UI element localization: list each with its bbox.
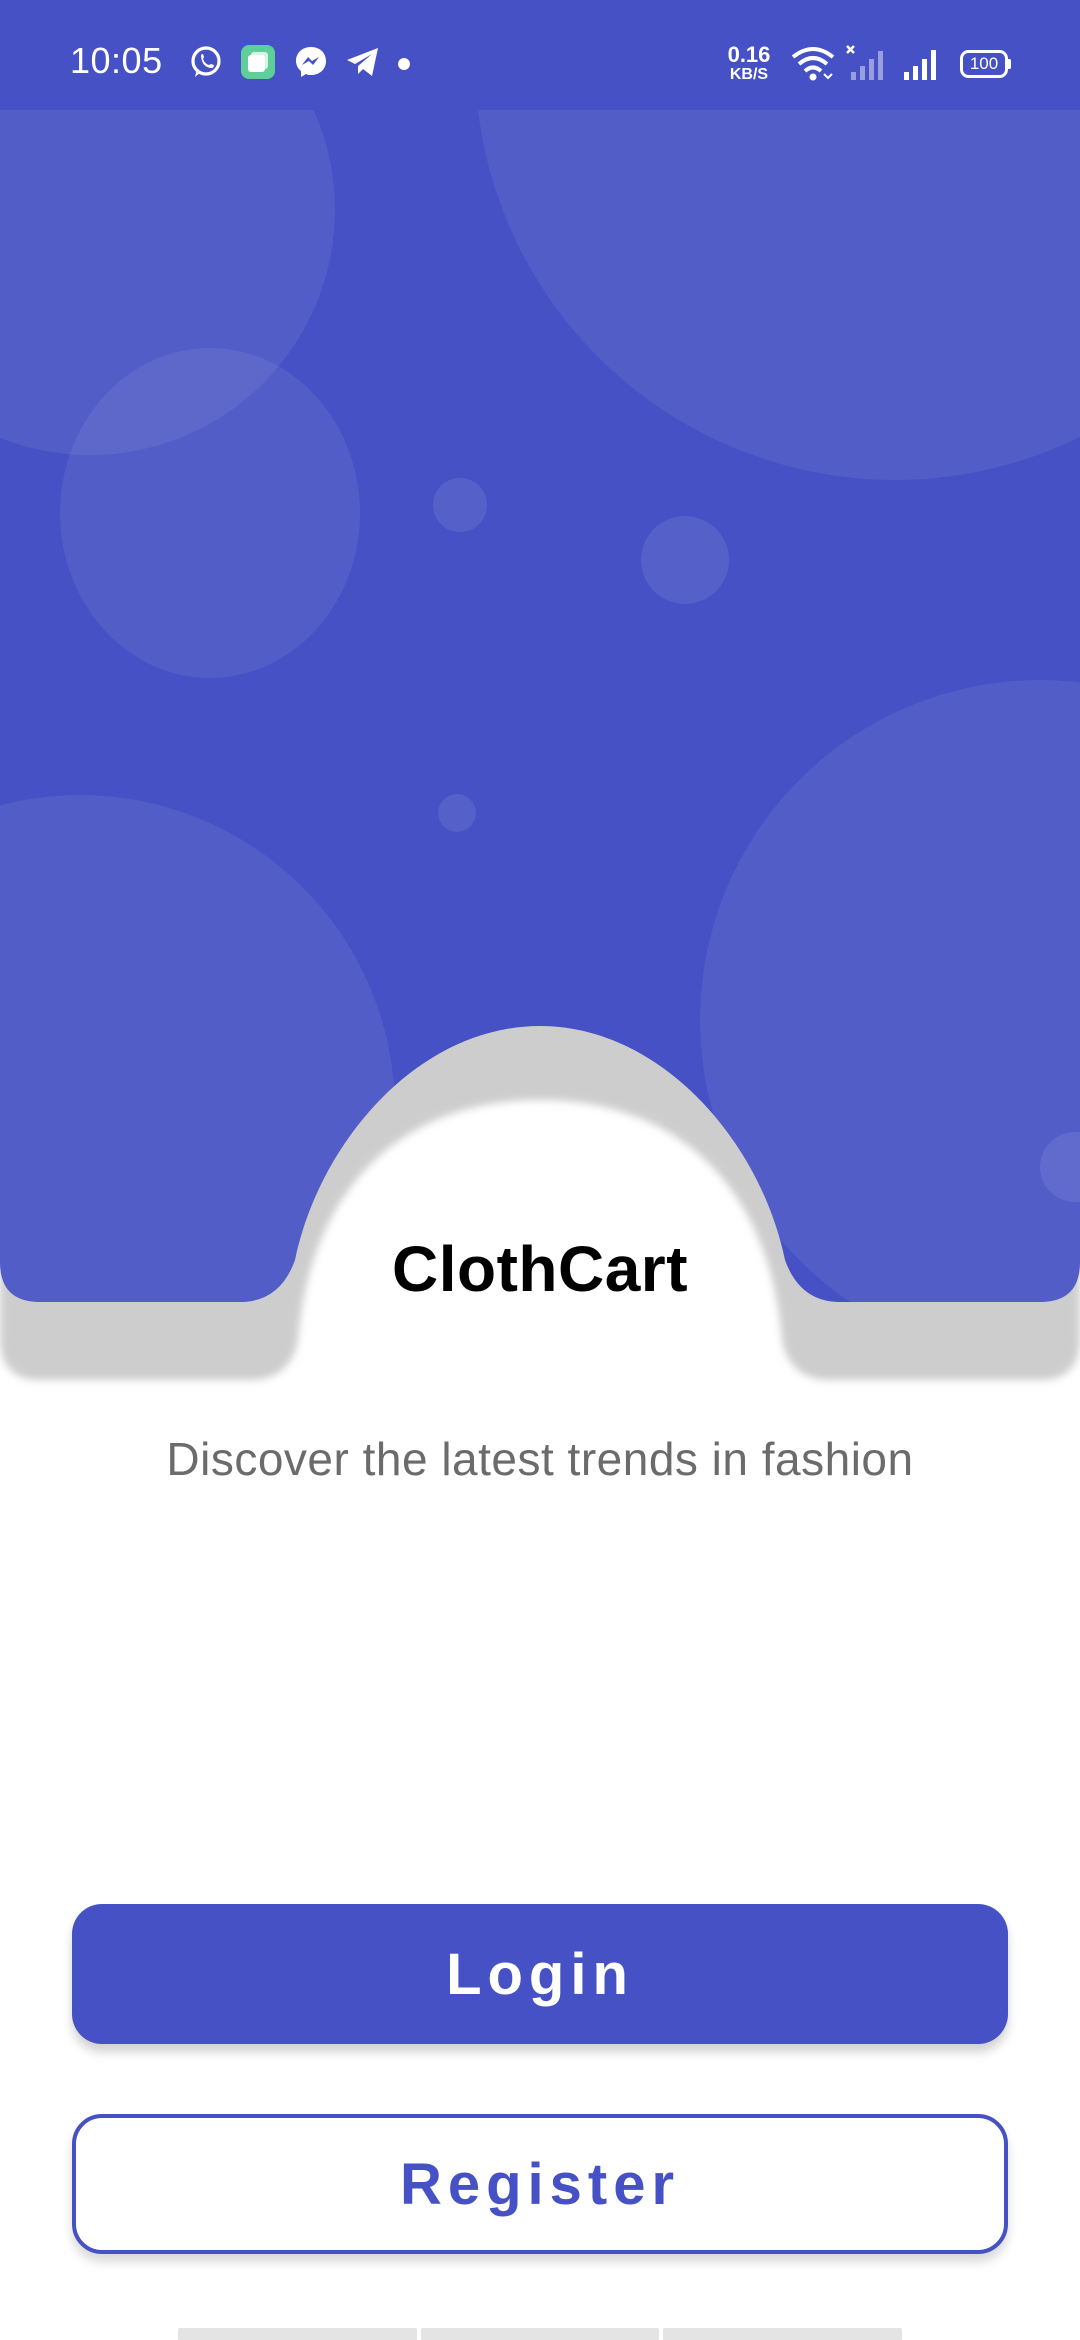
bubble-decoration xyxy=(641,516,729,604)
signal-no-sim-icon xyxy=(846,45,883,80)
bubble-decoration xyxy=(433,478,487,532)
hero-background xyxy=(0,0,1080,1380)
network-speed-value: 0.16 xyxy=(727,42,771,67)
more-dot-icon xyxy=(398,58,410,70)
bubble-decoration xyxy=(60,348,360,678)
bottom-segment xyxy=(178,2328,417,2340)
bottom-segment xyxy=(663,2328,903,2340)
login-button[interactable]: Login xyxy=(72,1904,1008,2044)
welcome-screen: 10:05 0.16 KB/S 100 ClothCart Discover t… xyxy=(0,0,1080,2340)
network-speed: 0.16 KB/S xyxy=(722,44,776,83)
status-bar: 10:05 0.16 KB/S 100 xyxy=(0,0,1080,110)
bubble-decoration xyxy=(438,794,476,832)
app-tagline: Discover the latest trends in fashion xyxy=(166,1433,914,1485)
whatsapp-icon xyxy=(191,46,221,77)
battery-icon: 100 xyxy=(960,50,1012,78)
wifi-icon xyxy=(791,47,835,81)
network-speed-unit: KB/S xyxy=(729,66,769,83)
register-button[interactable]: Register xyxy=(72,2114,1008,2254)
battery-level: 100 xyxy=(969,54,999,73)
telegram-icon xyxy=(347,48,378,76)
bottom-partial-strip xyxy=(178,2328,903,2340)
multitask-app-icon xyxy=(241,45,275,79)
signal-icon xyxy=(904,50,936,80)
bottom-segment xyxy=(420,2328,660,2340)
app-name: ClothCart xyxy=(391,1233,689,1305)
status-time: 10:05 xyxy=(70,40,163,81)
messenger-icon xyxy=(296,47,326,77)
